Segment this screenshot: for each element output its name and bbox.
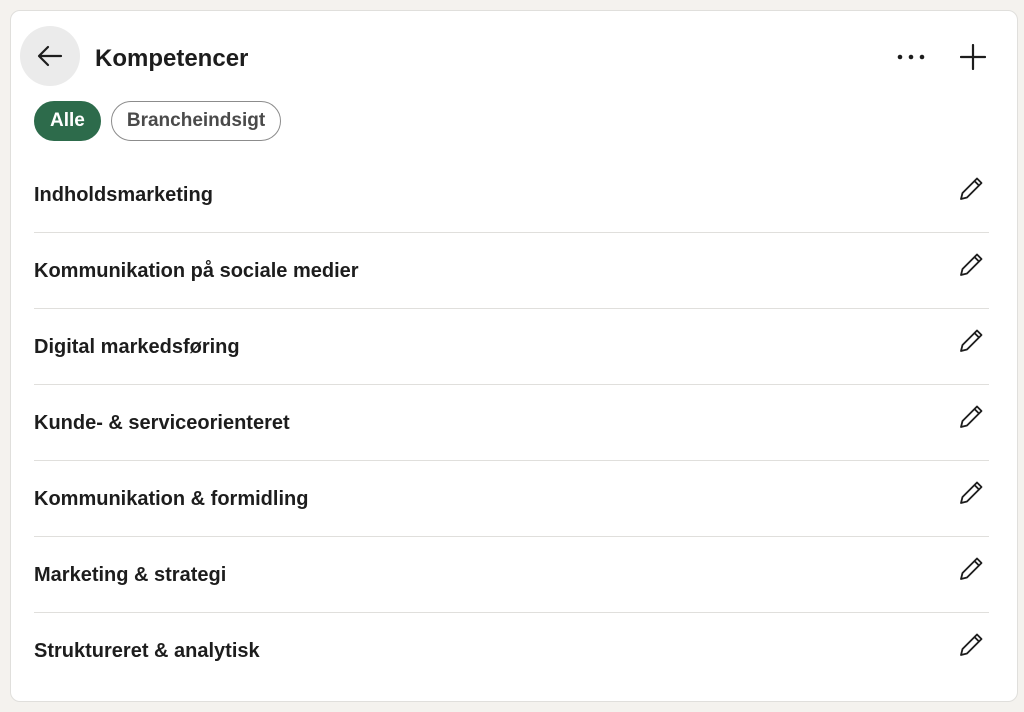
list-item: Kommunikation & formidling (34, 461, 989, 537)
add-skill-button[interactable] (949, 35, 997, 79)
skill-label: Kommunikation & formidling (34, 488, 309, 510)
skills-list: Indholdsmarketing Kommunikation på socia… (34, 157, 989, 689)
edit-skill-button[interactable] (953, 475, 989, 511)
skill-label: Kunde- & serviceorienteret (34, 412, 290, 434)
pencil-icon (960, 557, 983, 580)
pencil-icon (960, 177, 983, 200)
list-item: Struktureret & analytisk (34, 613, 989, 689)
skills-card: Kompetencer Alle Brancheindsigt Indholds… (10, 10, 1018, 702)
pencil-icon (960, 481, 983, 504)
pencil-icon (960, 329, 983, 352)
filter-pill-industry-insight[interactable]: Brancheindsigt (110, 101, 282, 141)
more-horizontal-icon (897, 54, 925, 60)
plus-icon (960, 44, 986, 70)
skill-label: Indholdsmarketing (34, 184, 213, 206)
back-button[interactable] (20, 26, 80, 86)
skill-label: Digital markedsføring (34, 336, 240, 358)
skill-label: Struktureret & analytisk (34, 640, 260, 662)
pencil-icon (960, 253, 983, 276)
edit-skill-button[interactable] (953, 627, 989, 663)
pencil-icon (960, 405, 983, 428)
list-item: Kunde- & serviceorienteret (34, 385, 989, 461)
edit-skill-button[interactable] (953, 551, 989, 587)
more-options-button[interactable] (887, 35, 935, 79)
list-item: Indholdsmarketing (34, 157, 989, 233)
skill-label: Marketing & strategi (34, 564, 227, 586)
list-item: Marketing & strategi (34, 537, 989, 613)
list-item: Digital markedsføring (34, 309, 989, 385)
edit-skill-button[interactable] (953, 399, 989, 435)
arrow-left-icon (37, 45, 63, 67)
edit-skill-button[interactable] (953, 171, 989, 207)
filter-pills: Alle Brancheindsigt (34, 101, 282, 141)
pencil-icon (960, 633, 983, 656)
edit-skill-button[interactable] (953, 247, 989, 283)
filter-pill-all[interactable]: Alle (34, 101, 101, 141)
edit-skill-button[interactable] (953, 323, 989, 359)
list-item: Kommunikation på sociale medier (34, 233, 989, 309)
page-title: Kompetencer (95, 45, 249, 72)
skill-label: Kommunikation på sociale medier (34, 260, 359, 282)
